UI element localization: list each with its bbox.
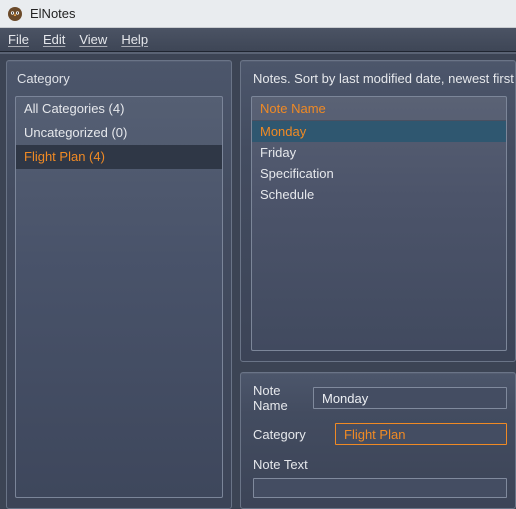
note-category-label: Category bbox=[253, 427, 335, 442]
note-text-label: Note Text bbox=[253, 457, 507, 472]
note-row[interactable]: Monday bbox=[252, 121, 506, 142]
notes-sort-hint: Notes. Sort by last modified date, newes… bbox=[253, 71, 507, 86]
workspace: Category All Categories (4)Uncategorized… bbox=[0, 52, 516, 509]
note-row[interactable]: Specification bbox=[252, 163, 506, 184]
note-name-label: Note Name bbox=[253, 383, 313, 413]
note-category-value: Flight Plan bbox=[344, 427, 405, 442]
menubar: File Edit View Help bbox=[0, 28, 516, 52]
notes-header-name[interactable]: Note Name bbox=[252, 97, 506, 121]
category-list[interactable]: All Categories (4)Uncategorized (0)Fligh… bbox=[15, 96, 223, 498]
menu-view[interactable]: View bbox=[79, 32, 107, 47]
note-detail-panel: Note Name Category Flight Plan Note Text bbox=[240, 372, 516, 509]
window-title: ElNotes bbox=[30, 6, 76, 21]
menu-file[interactable]: File bbox=[8, 32, 29, 47]
note-name-row: Note Name bbox=[253, 383, 507, 413]
note-name-input[interactable] bbox=[313, 387, 507, 409]
category-panel-title: Category bbox=[17, 71, 223, 86]
notes-table: Note Name MondayFridaySpecificationSched… bbox=[251, 96, 507, 351]
category-item[interactable]: Flight Plan (4) bbox=[16, 145, 222, 169]
note-row[interactable]: Friday bbox=[252, 142, 506, 163]
category-item[interactable]: Uncategorized (0) bbox=[16, 121, 222, 145]
notes-panel: Notes. Sort by last modified date, newes… bbox=[240, 60, 516, 362]
category-item[interactable]: All Categories (4) bbox=[16, 97, 222, 121]
titlebar: ElNotes bbox=[0, 0, 516, 28]
note-category-select[interactable]: Flight Plan bbox=[335, 423, 507, 445]
note-text-area[interactable] bbox=[253, 478, 507, 498]
app-icon bbox=[6, 5, 24, 23]
note-row[interactable]: Schedule bbox=[252, 184, 506, 205]
menu-help[interactable]: Help bbox=[121, 32, 148, 47]
note-category-row: Category Flight Plan bbox=[253, 423, 507, 445]
right-column: Notes. Sort by last modified date, newes… bbox=[240, 60, 516, 509]
category-panel: Category All Categories (4)Uncategorized… bbox=[6, 60, 232, 509]
menu-edit[interactable]: Edit bbox=[43, 32, 65, 47]
